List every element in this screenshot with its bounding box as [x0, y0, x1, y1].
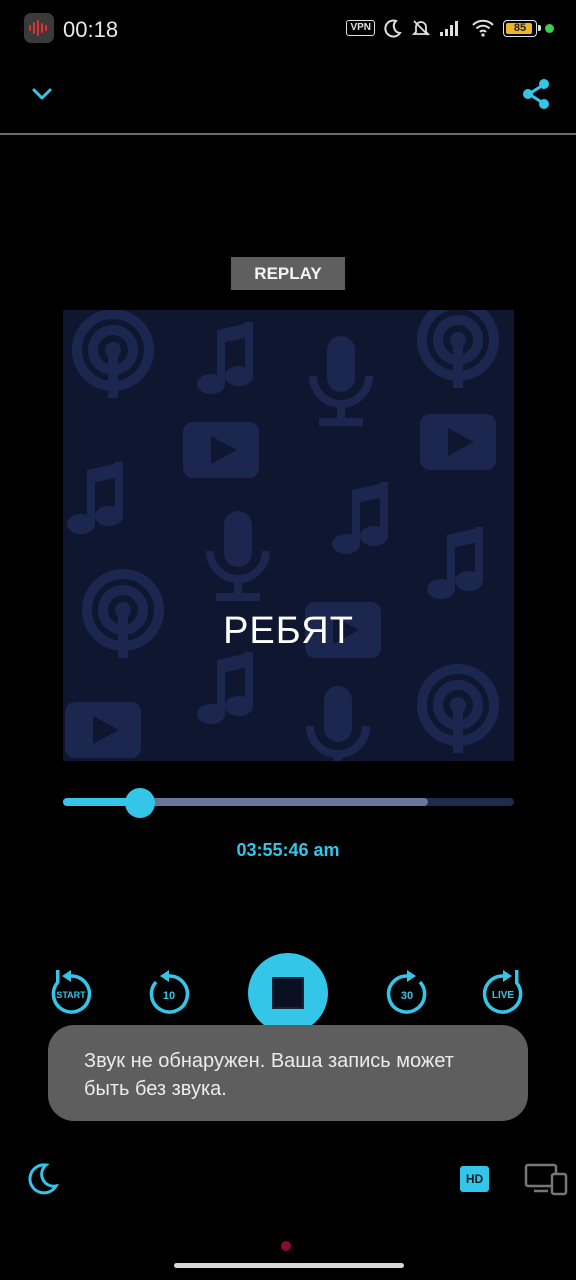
forward-30-label: 30	[400, 990, 414, 1002]
go-live-button[interactable]: LIVE	[478, 968, 528, 1018]
audio-pattern-artwork	[65, 310, 514, 761]
home-indicator[interactable]	[174, 1263, 404, 1268]
seek-thumb[interactable]	[124, 788, 155, 818]
chevron-down-icon	[32, 88, 52, 100]
collapse-button[interactable]	[26, 78, 58, 110]
caption-text: РЕБЯТ	[223, 610, 354, 652]
stop-button[interactable]	[248, 953, 328, 1033]
rewind-10-button[interactable]: 10	[144, 968, 194, 1018]
header-divider	[0, 133, 576, 135]
wifi-icon	[472, 19, 494, 37]
recording-indicator	[281, 1241, 291, 1251]
battery-level: 85	[513, 22, 527, 34]
hd-quality-button[interactable]: HD	[460, 1166, 489, 1192]
status-bar: 00:18 VPN 85	[0, 0, 576, 60]
signal-icon	[440, 21, 458, 36]
artwork	[63, 310, 514, 761]
no-audio-toast: Звук не обнаружен. Ваша запись может быт…	[48, 1025, 528, 1121]
share-icon	[523, 79, 549, 109]
status-icons: VPN 85	[346, 16, 554, 40]
status-clock: 00:18	[63, 17, 119, 42]
app-bar	[0, 60, 576, 135]
cast-button[interactable]	[524, 1162, 568, 1196]
skip-to-start-button[interactable]: START	[46, 968, 96, 1018]
privacy-dot-icon	[545, 23, 554, 33]
start-label: START	[56, 990, 86, 1000]
forward-30-button[interactable]: 30	[382, 968, 432, 1018]
vpn-icon: VPN	[346, 20, 375, 36]
moon-icon	[384, 19, 402, 38]
sleep-timer-button[interactable]	[24, 1160, 60, 1196]
share-button[interactable]	[516, 74, 556, 114]
recorder-app-icon	[24, 13, 54, 43]
playback-time: 03:55:46 am	[236, 840, 340, 860]
replay-badge: REPLAY	[231, 257, 345, 290]
moon-icon	[28, 1163, 60, 1195]
seek-bar[interactable]	[63, 788, 514, 818]
stop-icon	[272, 977, 304, 1009]
cast-icon	[524, 1163, 568, 1196]
rewind-10-label: 10	[162, 990, 176, 1002]
bell-muted-icon	[411, 20, 431, 36]
battery-icon: 85	[503, 19, 541, 37]
live-label: LIVE	[491, 990, 515, 1001]
